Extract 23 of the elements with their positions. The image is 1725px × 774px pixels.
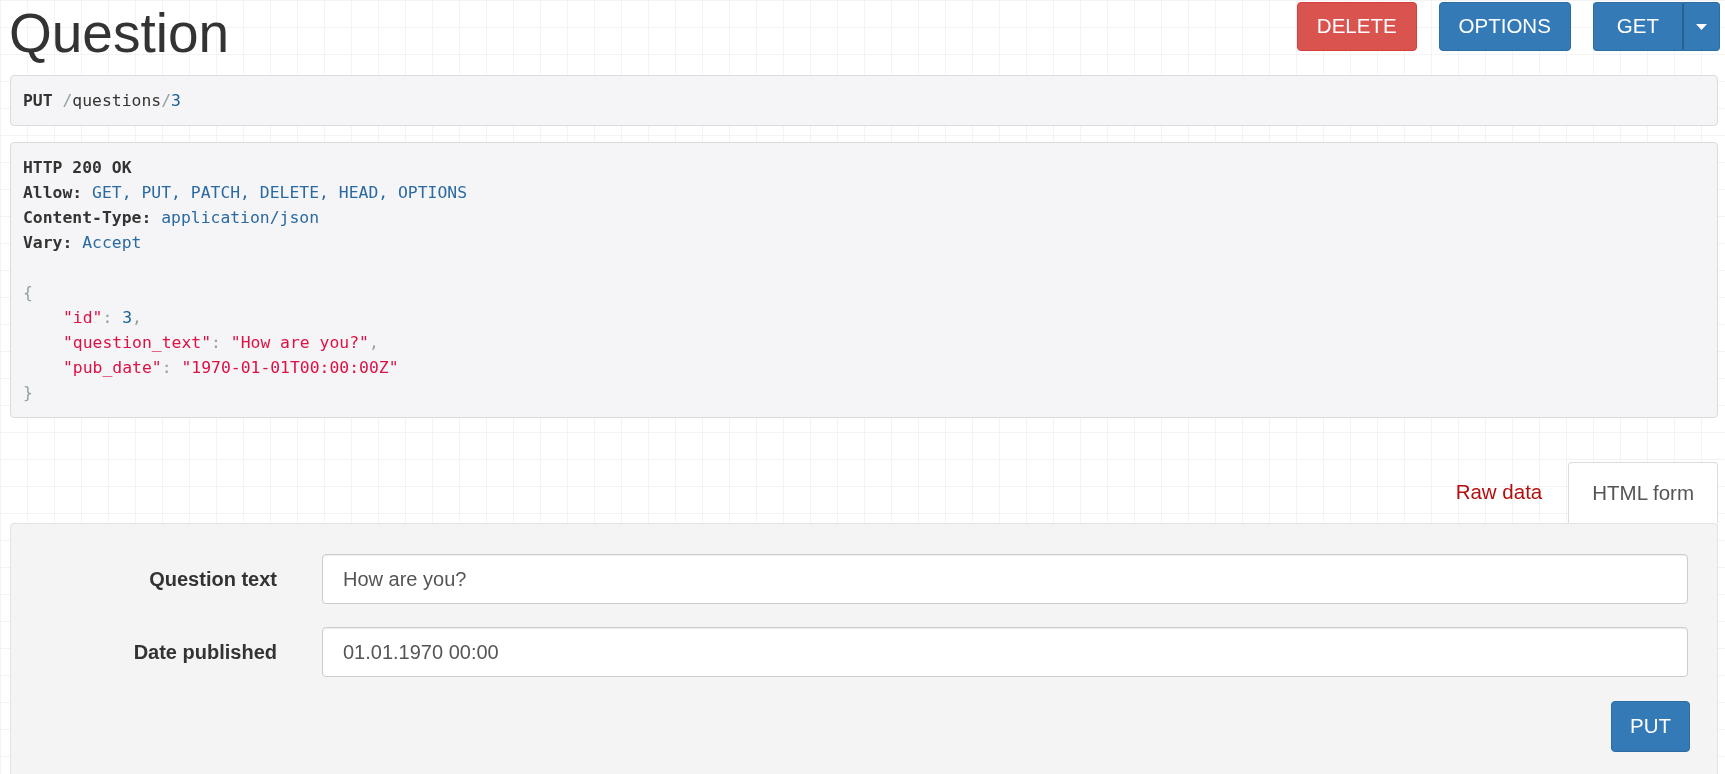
page-title: Question xyxy=(9,1,230,66)
tab[interactable]: Raw data xyxy=(1431,462,1567,523)
header-line: Vary: Accept xyxy=(23,232,142,254)
action-button[interactable]: OPTIONS xyxy=(1438,2,1571,51)
json-line: "pub_date": "1970-01-01T00:00:00Z" xyxy=(63,357,399,379)
action-button[interactable]: DELETE xyxy=(1296,2,1417,51)
header-line: Content-Type: application/json xyxy=(23,207,320,229)
input-field[interactable]: 01.01.1970 00:00 xyxy=(322,627,1688,677)
request-line: PUT /questions/3 xyxy=(23,90,181,112)
submit-button[interactable]: PUT xyxy=(1611,701,1690,752)
json-line: } xyxy=(23,382,33,404)
header-line: Allow: GET, PUT, PATCH, DELETE, HEAD, OPTIONS xyxy=(23,182,468,204)
json-line: "question_text": "How are you?", xyxy=(63,332,379,354)
input-field[interactable]: How are you? xyxy=(322,554,1688,604)
action-button[interactable]: GET xyxy=(1592,2,1682,51)
json-line: "id": 3, xyxy=(63,307,142,329)
json-line: { xyxy=(23,282,33,304)
field-label: Question text xyxy=(149,567,277,592)
dropdown-toggle[interactable] xyxy=(1682,2,1720,51)
tab[interactable]: HTML form xyxy=(1568,462,1718,523)
field-label: Date published xyxy=(133,640,277,665)
status-line: HTTP 200 OK xyxy=(23,157,132,179)
caret-icon xyxy=(1696,23,1707,30)
